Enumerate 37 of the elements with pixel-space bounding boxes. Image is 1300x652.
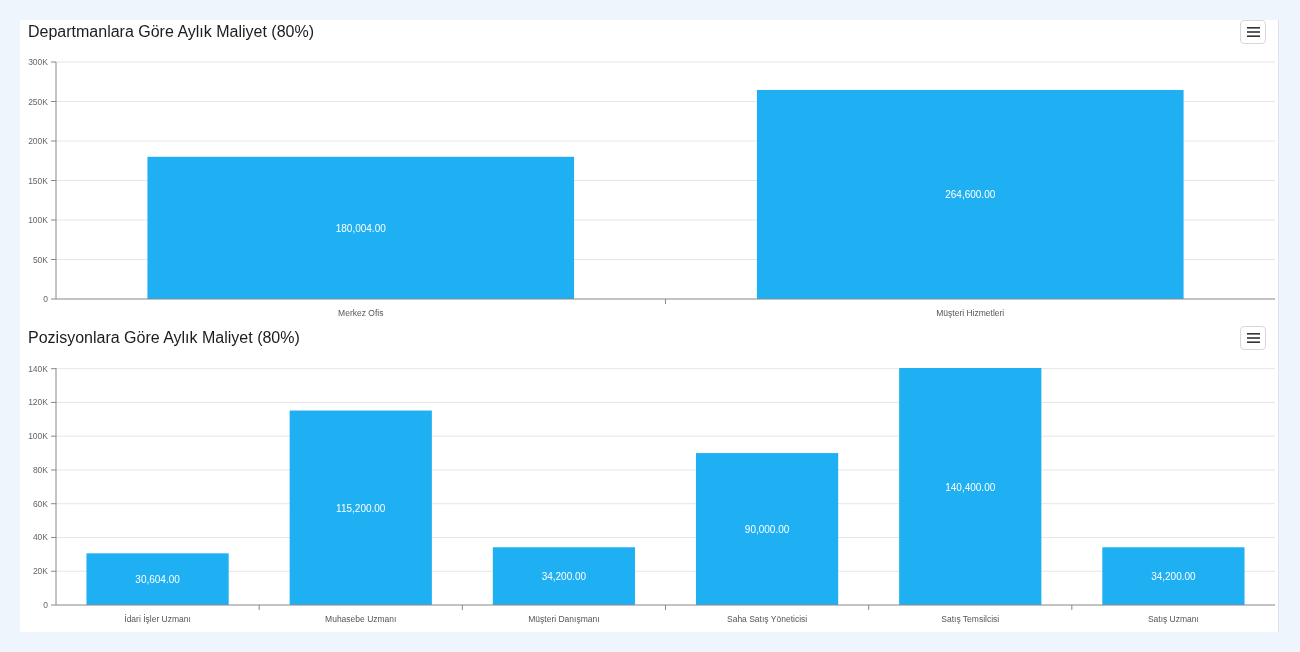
chart-title: Pozisyonlara Göre Aylık Maliyet (80%) [28,328,300,348]
axis-label: 200K [28,136,48,146]
axis-label: 0 [43,600,48,610]
category-label: Satış Temsilcisi [941,614,1000,624]
menu-button[interactable] [1240,20,1266,44]
data-label: 180,004.00 [335,222,386,234]
axis-label: 250K [28,96,48,107]
data-label: 34,200.00 [1151,571,1196,583]
category-label: Muhasebe Uzmanı [325,614,397,624]
data-label: 30,604.00 [135,574,180,586]
data-label: 34,200.00 [541,571,587,583]
axis-label: 100K [28,431,48,442]
data-label: 264,600.00 [945,189,996,201]
axis-label: 0 [43,294,48,304]
category-label: Satış Uzmanı [1147,614,1199,624]
category-label: Saha Satış Yöneticisi [727,614,808,624]
axis-label: 50K [32,254,48,265]
menu-icon [1246,333,1260,343]
axis-label: 150K [28,175,48,186]
axis-label: 20K [32,566,48,577]
category-label: Müşteri Danışmanı [528,614,600,624]
menu-icon [1246,27,1260,37]
category-label: İdari İşler Uzmanı [124,614,191,624]
data-label: 115,200.00 [336,502,386,514]
category-label: Merkez Ofis [338,308,384,318]
category-label: Müşteri Hizmetleri [936,308,1005,318]
chart-title: Departmanlara Göre Aylık Maliyet (80%) [28,22,315,42]
menu-button[interactable] [1240,326,1266,350]
axis-label: 100K [28,215,48,225]
axis-label: 40K [32,532,48,543]
axis-label: 140K [28,363,48,374]
data-label: 140,400.00 [945,481,996,493]
axis-label: 80K [32,464,48,475]
axis-label: 300K [28,57,48,67]
data-label: 90,000.00 [744,524,790,536]
axis-label: 60K [32,498,48,509]
axis-label: 120K [28,397,48,408]
